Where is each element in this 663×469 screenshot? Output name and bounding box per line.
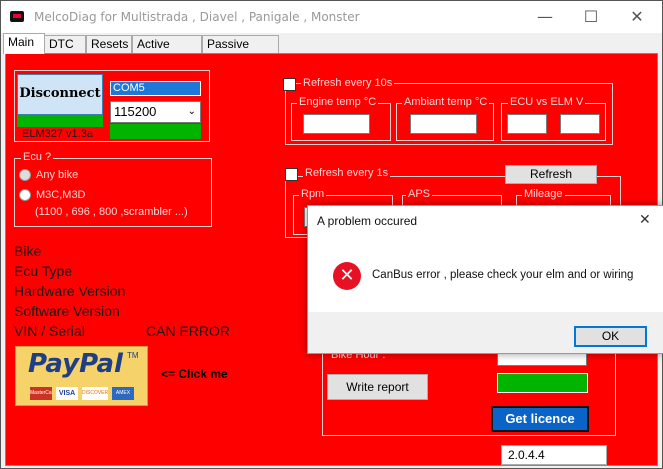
disconnect-button[interactable]: Disconnect [17, 74, 103, 115]
discover-icon: DISCOVER [82, 387, 108, 400]
status-indicator [608, 445, 628, 465]
dialog-footer: OK [308, 312, 663, 353]
refresh-1s-label: Refresh every 1s [303, 167, 391, 179]
elm-voltage-field[interactable] [560, 114, 600, 134]
visa-icon: VISA [56, 387, 78, 400]
vin-serial-label: VIN / Serial [14, 323, 85, 339]
any-bike-radio[interactable] [19, 169, 31, 181]
engine-temp-label: Engine temp °C [297, 96, 379, 108]
paypal-logo: PayPal [28, 349, 123, 379]
ecu-voltage-field[interactable] [507, 114, 547, 134]
baud-status-bar [110, 124, 201, 139]
error-icon: ✕ [333, 262, 361, 290]
baud-rate-value: 115200 [114, 104, 157, 119]
ecu-type-label: Ecu Type [14, 263, 73, 279]
dialog-close-button[interactable]: ✕ [639, 211, 651, 228]
minimize-button[interactable]: — [522, 1, 568, 33]
any-bike-label: Any bike [36, 169, 79, 181]
connection-status-bar [17, 115, 103, 127]
aps-label: APS [406, 188, 433, 200]
ambiant-temp-label: Ambiant temp °C [402, 96, 490, 108]
refresh-1s-checkbox[interactable] [285, 168, 298, 181]
ambiant-temp-field[interactable] [410, 114, 477, 134]
amex-icon: AMEX [112, 387, 134, 400]
com-port-field[interactable]: COM5 [110, 81, 201, 96]
error-dialog: A problem occured ✕ ✕ CanBus error , ple… [307, 205, 663, 354]
refresh-10s-label: Refresh every 10s [301, 77, 395, 89]
ecu-vs-elm-label: ECU vs ELM V [508, 96, 586, 108]
dialog-title: A problem occured [317, 214, 418, 228]
software-version-label: Software Version [14, 303, 120, 319]
hardware-version-label: Hardware Version [14, 283, 126, 299]
refresh-10s-checkbox[interactable] [283, 78, 296, 91]
elm-version-label: ELM327 v1.3a [22, 128, 93, 140]
tab-main[interactable]: Main [3, 33, 45, 54]
tab-passive-tests[interactable]: Passive Tests [202, 35, 279, 68]
maximize-button[interactable]: ☐ [568, 1, 614, 33]
tab-active-tests[interactable]: Active Tests [132, 35, 202, 68]
m3c-m3d-radio[interactable] [19, 189, 31, 201]
status-bar: 2.0.4.4 [1, 445, 662, 469]
mileage-label: Mileage [522, 188, 565, 200]
m3c-m3d-label: M3C,M3D [36, 189, 86, 201]
can-error-text: CAN ERROR [146, 323, 231, 339]
engine-temp-field[interactable] [303, 114, 370, 134]
licence-status-bar [497, 373, 588, 393]
m3c-m3d-models-label: (1100 , 696 , 800 ,scrambler ...) [35, 206, 188, 218]
click-me-label: <= Click me [161, 367, 228, 381]
refresh-button[interactable]: Refresh [505, 165, 597, 184]
dialog-message: CanBus error , please check your elm and… [372, 269, 634, 281]
bike-label: Bike [14, 243, 42, 259]
get-licence-button[interactable]: Get licence [491, 406, 589, 432]
mastercard-icon: MasterCard [30, 387, 52, 400]
write-report-button[interactable]: Write report [327, 374, 428, 400]
ecu-group-label: Ecu ? [21, 151, 54, 163]
chevron-down-icon: ⌄ [187, 106, 196, 117]
ok-button[interactable]: OK [574, 326, 647, 347]
baud-rate-select[interactable]: 115200 ⌄ [110, 101, 201, 123]
tab-resets[interactable]: Resets [86, 35, 132, 53]
paypal-button[interactable]: PayPal TM MasterCard VISA DISCOVER AMEX [15, 346, 148, 406]
rpm-label: Rpm [299, 188, 327, 200]
app-icon [10, 11, 24, 22]
paypal-trademark: TM [127, 351, 139, 360]
version-label: 2.0.4.4 [501, 445, 607, 465]
title-bar: MelcoDiag for Multistrada , Diavel , Pan… [1, 1, 662, 33]
close-button[interactable]: ✕ [614, 1, 660, 33]
window-title: MelcoDiag for Multistrada , Diavel , Pan… [34, 10, 360, 24]
tab-dtc[interactable]: DTC [44, 35, 86, 53]
